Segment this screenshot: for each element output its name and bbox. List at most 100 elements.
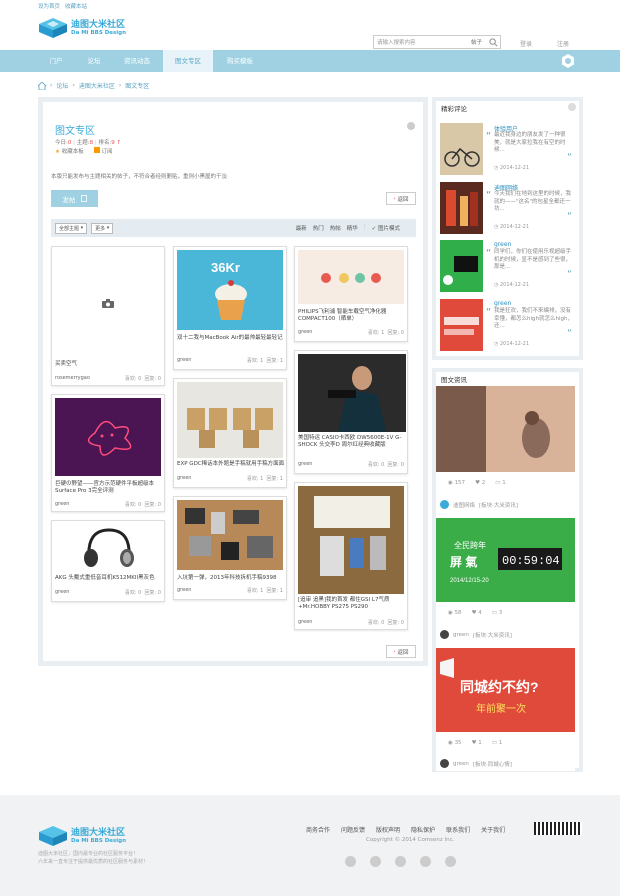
post-card[interactable]: AKG 头戴式重低音耳机K512MKII黑灰色 green 喜欢: 0 回复: … [51,520,165,602]
news-post[interactable]: 00:59:04 全民跨年屏 氣 2014/12/15-20 ◉ 58 ♥ 4 ▭ … [436,518,575,646]
add-favorite-link[interactable]: 收藏本站 [65,2,87,10]
renren-icon[interactable] [420,856,431,867]
search-category-select[interactable]: 帖子 [471,38,486,46]
nav-gallery[interactable]: 图文专区 [163,50,213,72]
post-title[interactable]: [追审 追黑]我的首发 都住GSI L7气质+Mr.HOBBY PS275 PS… [298,597,406,611]
news-author[interactable]: green [板块·同城心情] [440,759,512,768]
post-author[interactable]: green [55,501,69,507]
post-author[interactable]: green [177,587,191,593]
post-title[interactable]: EXP GDC稀话本外题是手稿就用手稿方面面 [177,461,285,468]
breadcrumb-gallery[interactable]: 图文专区 [125,81,149,90]
post-title[interactable]: 巨硬の野望——官方示范硬件平板超级本 Surface Pro 3完全评测 [55,481,163,495]
footer-link-business[interactable]: 商务合作 [306,825,330,834]
post-title[interactable]: 入坑第一弹，2013年科技拆机手稿9398 [177,575,285,582]
more-select[interactable]: 更多 ▾ [91,222,114,234]
news-post[interactable]: 同城约不约? 年前聚一次 ◉ 35 ♥ 1 ▭ 1 green [板块·同城心情] [436,648,575,771]
main-nav: 门户 论坛 资讯动态 图文专区 购买模板 [0,50,620,72]
comment-author[interactable]: green [494,300,511,307]
post-author[interactable]: green [298,461,312,467]
rss-icon [93,147,100,153]
qq-icon[interactable] [370,856,381,867]
post-replies: 回复: 0 [144,376,161,382]
post-title[interactable]: 买卖空气 [55,361,77,368]
comment-item[interactable]: 迪图网络 “ 今天我们在地到这里的时候，我就的——"这名"的包星全都还一坊...… [438,180,578,236]
nav-buy-template[interactable]: 购买模板 [215,50,265,72]
post-author[interactable]: green [177,357,191,363]
close-icon[interactable] [407,122,415,130]
comment-item[interactable]: 体验用户 “ 最近我身边的朋友发了一种很美，就是大家拉我在有空的时候... ” … [438,121,578,177]
post-title[interactable]: AKG 头戴式重低音耳机K512MKII黑灰色 [55,575,163,582]
comment-author[interactable]: green [494,241,511,248]
post-card[interactable]: 美国特运 CASIO卡西欧 DW5600E-1V G-SHOCK 头交李D 周尔… [294,350,408,474]
document-icon [80,195,87,202]
set-home-link[interactable]: 设为首页 [38,2,60,10]
u-icon[interactable] [445,856,456,867]
all-topics-select[interactable]: 全部主题 ▾ [55,222,88,234]
footer-link-contact[interactable]: 联系我们 [446,825,470,834]
comment-item[interactable]: green “ 同学们，你们在使用乐视超级手机的时候，显不是感到了些很，那是..… [438,238,578,294]
post-author[interactable]: green [55,589,69,595]
register-link[interactable]: 注册 [557,39,569,48]
footer-link-copyright[interactable]: 版权声明 [376,825,400,834]
rss-link[interactable]: 订阅 [93,147,112,155]
pic-mode-label: 图片模式 [377,226,400,232]
breadcrumb-community[interactable]: 迪图大米社区 [79,81,115,90]
nav-forum[interactable]: 论坛 [76,50,112,72]
sort-digest[interactable]: 精华 [347,224,358,232]
pic-mode-toggle[interactable]: ✓ 图片模式 [372,224,400,232]
search-icon[interactable] [486,36,500,48]
breadcrumb: › 论坛 › 迪图大米社区 › 图文专区 [38,81,149,90]
sort-hot[interactable]: 热门 [313,224,324,232]
nav-portal[interactable]: 门户 [38,50,74,72]
post-card[interactable]: PHILIPS飞利浦 智能车载空气净化器 COMPACT100（晒单） gree… [294,246,408,342]
post-replies: 回复: 0 [387,462,404,468]
footer-logo[interactable]: 迪图大米社区 Da Mi BBS Design [38,825,126,847]
login-link[interactable]: 登录 [520,39,532,48]
post-card[interactable]: EXP GDC稀话本外题是手稿就用手稿方面面 green 喜欢: 1 回复: 1 [173,378,287,488]
footer-link-about[interactable]: 关于我们 [481,825,505,834]
sort-latest[interactable]: 最新 [296,224,307,232]
weibo-icon[interactable] [345,856,356,867]
back-button-bottom[interactable]: ‹ 返回 [386,645,416,658]
nav-news[interactable]: 资讯动态 [114,50,160,72]
news-author[interactable]: 迪图网络 [板块·大米资讯] [440,500,518,509]
search-input[interactable]: 请输入搜索内容 [374,38,471,46]
post-title[interactable]: 美国特运 CASIO卡西欧 DW5600E-1V G-SHOCK 头交李D 周尔… [298,435,406,449]
wechat-icon[interactable] [395,856,406,867]
footer-link-privacy[interactable]: 隐私保护 [411,825,435,834]
avatar [440,630,449,639]
sort-hot-posts[interactable]: 热帖 [330,224,341,232]
post-author[interactable]: green [177,475,191,481]
footer-link-feedback[interactable]: 问题反馈 [341,825,365,834]
post-card[interactable]: [追审 追黑]我的首发 都住GSI L7气质+Mr.HOBBY PS275 PS… [294,482,408,630]
close-icon[interactable] [568,103,576,111]
gear-icon[interactable] [561,54,575,68]
post-card[interactable]: 36Kr 双十二我与MacBook Air的最帅最轻最轻记 green 喜欢: … [173,246,287,370]
avatar [440,500,449,509]
news-author[interactable]: green [板块·大米资讯] [440,630,512,639]
new-post-button[interactable]: 发帖 [51,190,98,207]
footer-links: 商务合作 问题反馈 版权声明 隐私保护 联系我们 关于我们 [306,825,505,834]
favorite-forum-link[interactable]: ★ 收藏本板 [55,147,84,155]
post-author[interactable]: green [298,329,312,335]
site-logo[interactable]: 迪图大米社区 Da Mi BBS Design [38,17,126,39]
back-button-top[interactable]: ‹ 返回 [386,192,416,205]
breadcrumb-forum[interactable]: 论坛 [56,81,68,90]
comment-item[interactable]: green “ 我是狂欢，我们不来编排，没有幸懂，都怎么high就怎么high，… [438,297,578,353]
post-image [298,486,404,594]
post-author[interactable]: green [298,619,312,625]
home-icon[interactable] [38,81,46,90]
post-likes: 喜欢: 0 [124,502,142,508]
post-card[interactable]: 巨硬の野望——官方示范硬件平板超级本 Surface Pro 3完全评测 gre… [51,394,165,512]
post-meta: 喜欢: 0 回复: 0 [125,375,161,382]
footer-desc-line1: 迪图大米社区，国内最专业的社区服务平台！ [38,851,139,857]
news-post[interactable]: ◉ 157 ♥ 2 ▭ 1 迪图网络 [板块·大米资讯] [436,386,575,517]
post-title[interactable]: PHILIPS飞利浦 智能车载空气净化器 COMPACT100（晒单） [298,309,406,323]
post-author[interactable]: rosemerrygao [55,375,90,381]
stat-rank-label: 排名: [98,140,112,146]
footer-copyright: Copyright © 2014 Comsenz Inc. [366,837,455,843]
post-title[interactable]: 双十二我与MacBook Air的最帅最轻最轻记 [177,335,285,342]
post-card[interactable]: 入坑第一弹，2013年科技拆机手稿9398 green 喜欢: 1 回复: 1 [173,496,287,600]
countdown-timer: 00:59:04 [502,554,560,568]
post-card[interactable]: 买卖空气 rosemerrygao 喜欢: 0 回复: 0 [51,246,165,386]
